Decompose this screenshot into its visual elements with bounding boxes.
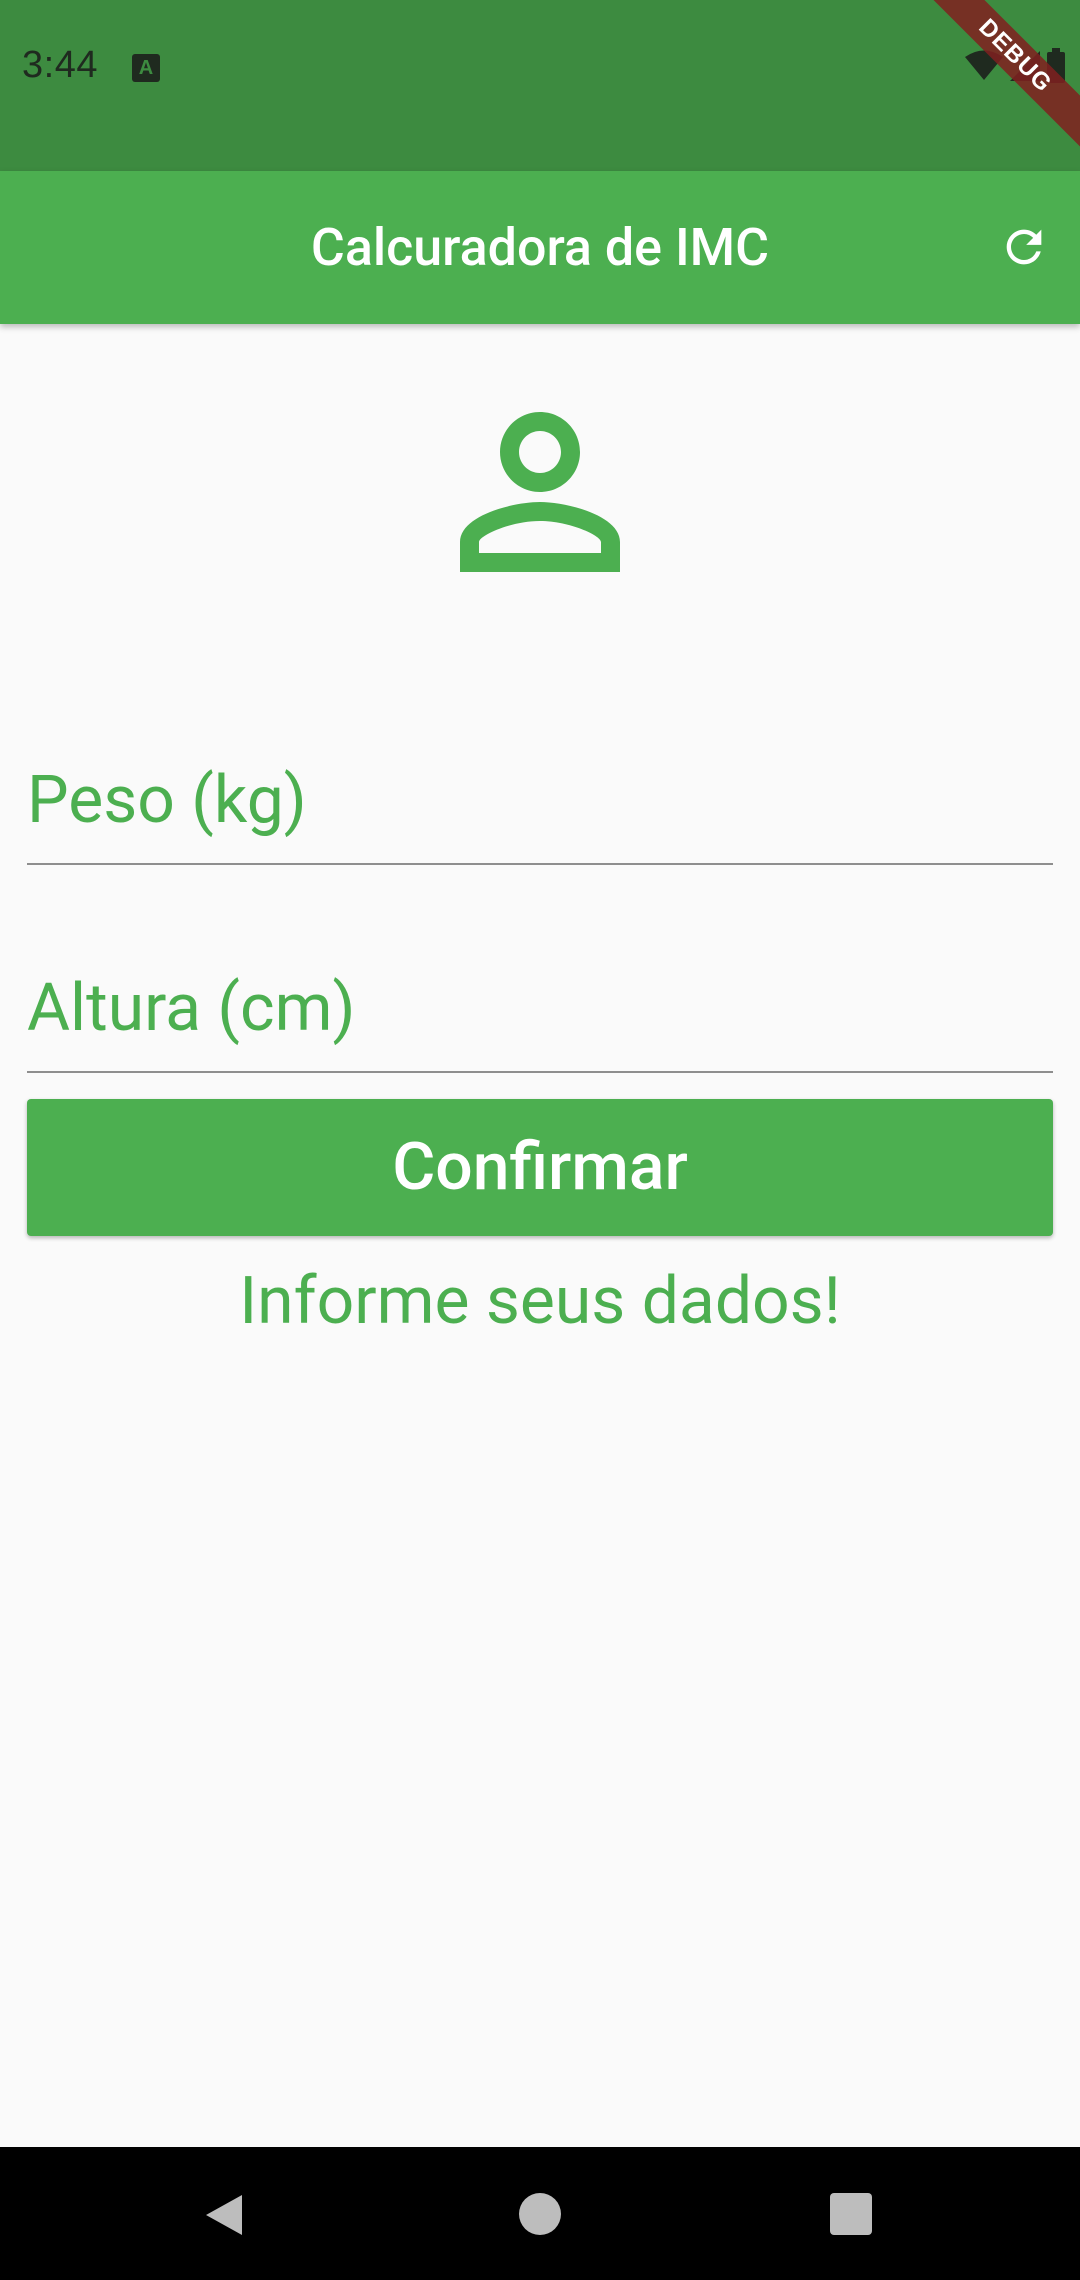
weight-field[interactable] <box>27 738 1053 865</box>
back-icon[interactable] <box>202 2191 246 2239</box>
app-bar: Calcuradora de IMC <box>0 171 1080 324</box>
person-icon <box>460 412 620 572</box>
home-icon[interactable] <box>519 2193 561 2235</box>
info-message: Informe seus dados! <box>239 1263 841 1340</box>
status-bar: 3:44 A <box>0 0 1080 171</box>
height-field[interactable] <box>27 946 1053 1073</box>
refresh-icon <box>1006 229 1042 265</box>
weight-input[interactable] <box>27 738 1053 863</box>
recents-icon[interactable] <box>830 2193 872 2235</box>
height-input[interactable] <box>27 946 1053 1071</box>
confirm-button[interactable]: Confirmar <box>27 1099 1053 1236</box>
status-time: 3:44 <box>22 44 98 86</box>
refresh-button[interactable] <box>984 207 1064 287</box>
app-bar-title: Calcuradora de IMC <box>310 217 770 278</box>
text-a-icon: A <box>132 54 160 82</box>
navigation-bar <box>0 2147 1080 2280</box>
